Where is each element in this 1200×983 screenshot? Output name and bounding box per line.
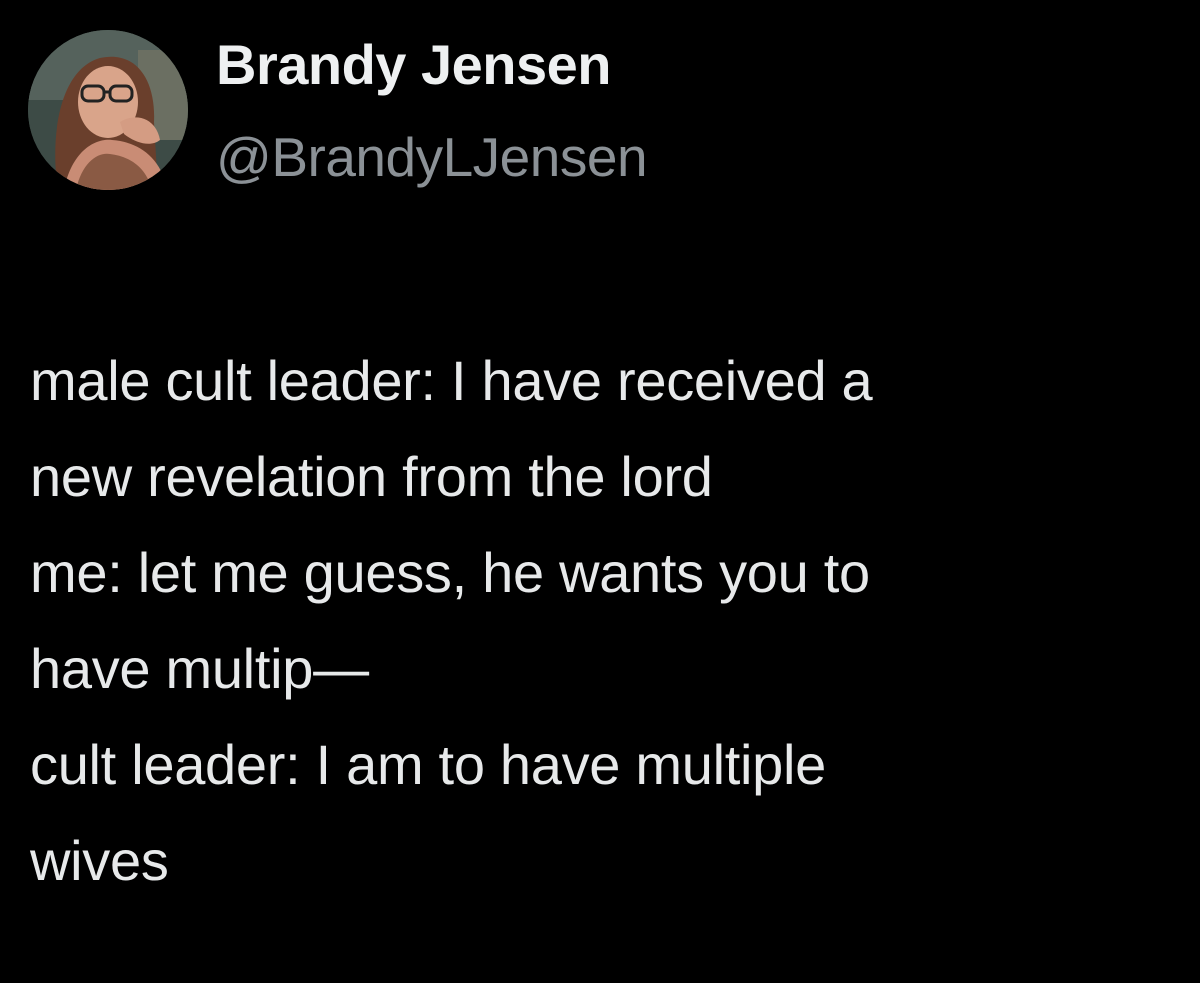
tweet-line: cult leader: I am to have multiple [30, 733, 826, 796]
avatar[interactable] [28, 30, 188, 190]
author-handle[interactable]: @BrandyLJensen [216, 124, 648, 190]
tweet-line: have multip— [30, 637, 369, 700]
tweet-line: new revelation from the lord [30, 445, 713, 508]
tweet-text: male cult leader: I have received a new … [30, 333, 1190, 909]
tweet-line: male cult leader: I have received a [30, 349, 873, 412]
profile-photo-icon [28, 30, 188, 190]
tweet-line: me: let me guess, he wants you to [30, 541, 870, 604]
tweet-card: Brandy Jensen @BrandyLJensen male cult l… [0, 0, 1200, 983]
tweet-line: wives [30, 829, 169, 892]
author-display-name[interactable]: Brandy Jensen [216, 32, 612, 98]
